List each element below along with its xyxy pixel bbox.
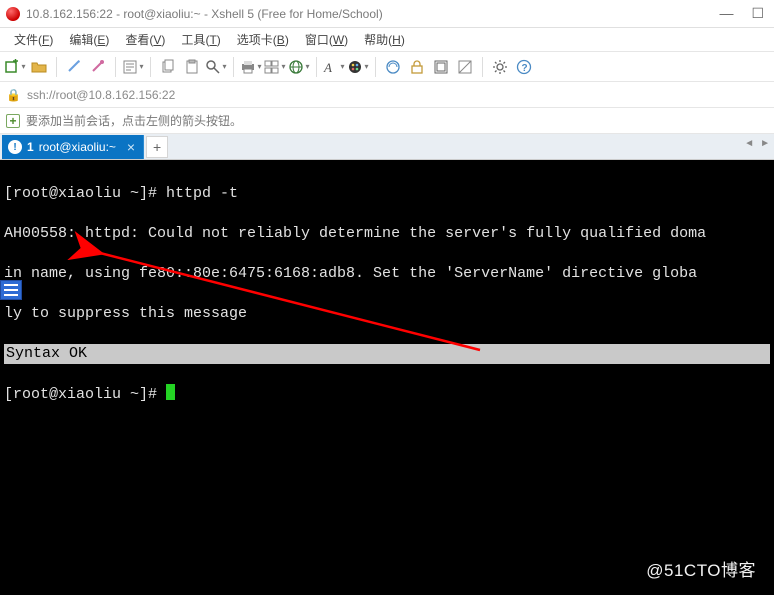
terminal[interactable]: [root@xiaoliu ~]# httpd -t AH00558: http…: [0, 160, 774, 595]
window-title: 10.8.162.156:22 - root@xiaoliu:~ - Xshel…: [26, 7, 719, 21]
globe-button[interactable]: ▾: [288, 56, 310, 78]
add-session-icon[interactable]: +: [6, 114, 20, 128]
separator: [482, 57, 483, 77]
tab-scroll-right-icon[interactable]: ►: [760, 138, 770, 149]
separator: [233, 57, 234, 77]
svg-text:?: ?: [522, 63, 528, 74]
tab-close-button[interactable]: ×: [121, 139, 135, 155]
tab-scroll-left-icon[interactable]: ◄: [744, 138, 754, 149]
maximize-button[interactable]: ☐: [751, 5, 764, 22]
terminal-line: ly to suppress this message: [4, 304, 770, 324]
cursor-icon: [166, 384, 175, 400]
terminal-line: in name, using fe80::80e:6475:6168:adb8.…: [4, 264, 770, 284]
settings-button[interactable]: [489, 56, 511, 78]
menu-edit[interactable]: 编辑(E): [63, 29, 115, 50]
tab-label: root@xiaoliu:~: [39, 140, 116, 154]
session-tab-1[interactable]: ! 1 root@xiaoliu:~ ×: [2, 135, 144, 159]
disconnect-button[interactable]: [87, 56, 109, 78]
address-bar: 🔒 ssh://root@10.8.162.156:22: [0, 82, 774, 108]
copy-button[interactable]: [157, 56, 179, 78]
lock-icon: 🔒: [6, 88, 21, 102]
print-button[interactable]: ▾: [240, 56, 262, 78]
side-menu-button[interactable]: [0, 280, 22, 300]
menu-file[interactable]: 文件(F): [8, 29, 59, 50]
tab-strip: ! 1 root@xiaoliu:~ × + ◄ ►: [0, 134, 774, 160]
layout-button[interactable]: ▾: [264, 56, 286, 78]
encoding-button[interactable]: [382, 56, 404, 78]
menu-window[interactable]: 窗口(W): [299, 29, 354, 50]
terminal-line: [root@xiaoliu ~]# httpd -t: [4, 184, 770, 204]
menu-help[interactable]: 帮助(H): [358, 29, 411, 50]
menu-tools[interactable]: 工具(T): [175, 29, 226, 50]
hint-text: 要添加当前会话，点击左侧的箭头按钮。: [26, 112, 242, 129]
svg-text:A: A: [323, 60, 332, 75]
new-session-button[interactable]: ▾: [4, 56, 26, 78]
new-tab-button[interactable]: +: [146, 136, 168, 158]
separator: [375, 57, 376, 77]
toolbar: ▾ ▾ ▾ ▾ ▾ ▾ A▾ ▾ ?: [0, 52, 774, 82]
watermark: @51CTO博客: [646, 561, 756, 581]
hint-bar: + 要添加当前会话，点击左侧的箭头按钮。: [0, 108, 774, 134]
color-button[interactable]: ▾: [347, 56, 369, 78]
open-button[interactable]: [28, 56, 50, 78]
separator: [56, 57, 57, 77]
font-button[interactable]: A▾: [323, 56, 345, 78]
lock-button[interactable]: [406, 56, 428, 78]
minimize-button[interactable]: —: [719, 5, 733, 22]
app-icon: [6, 7, 20, 21]
terminal-line: AH00558: httpd: Could not reliably deter…: [4, 224, 770, 244]
separator: [115, 57, 116, 77]
paste-button[interactable]: [181, 56, 203, 78]
menu-view[interactable]: 查看(V): [119, 29, 171, 50]
find-button[interactable]: ▾: [205, 56, 227, 78]
tab-number: 1: [27, 140, 34, 154]
menu-tabs[interactable]: 选项卡(B): [231, 29, 295, 50]
menu-bar: 文件(F) 编辑(E) 查看(V) 工具(T) 选项卡(B) 窗口(W) 帮助(…: [0, 28, 774, 52]
terminal-highlight-line: Syntax OK: [4, 344, 770, 364]
help-button[interactable]: ?: [513, 56, 535, 78]
terminal-prompt-line: [root@xiaoliu ~]#: [4, 384, 770, 405]
fullscreen-button[interactable]: [430, 56, 452, 78]
separator: [316, 57, 317, 77]
address-text[interactable]: ssh://root@10.8.162.156:22: [27, 88, 175, 102]
alert-icon: !: [8, 140, 22, 154]
transparency-button[interactable]: [454, 56, 476, 78]
separator: [150, 57, 151, 77]
title-bar: 10.8.162.156:22 - root@xiaoliu:~ - Xshel…: [0, 0, 774, 28]
properties-button[interactable]: ▾: [122, 56, 144, 78]
reconnect-button[interactable]: [63, 56, 85, 78]
